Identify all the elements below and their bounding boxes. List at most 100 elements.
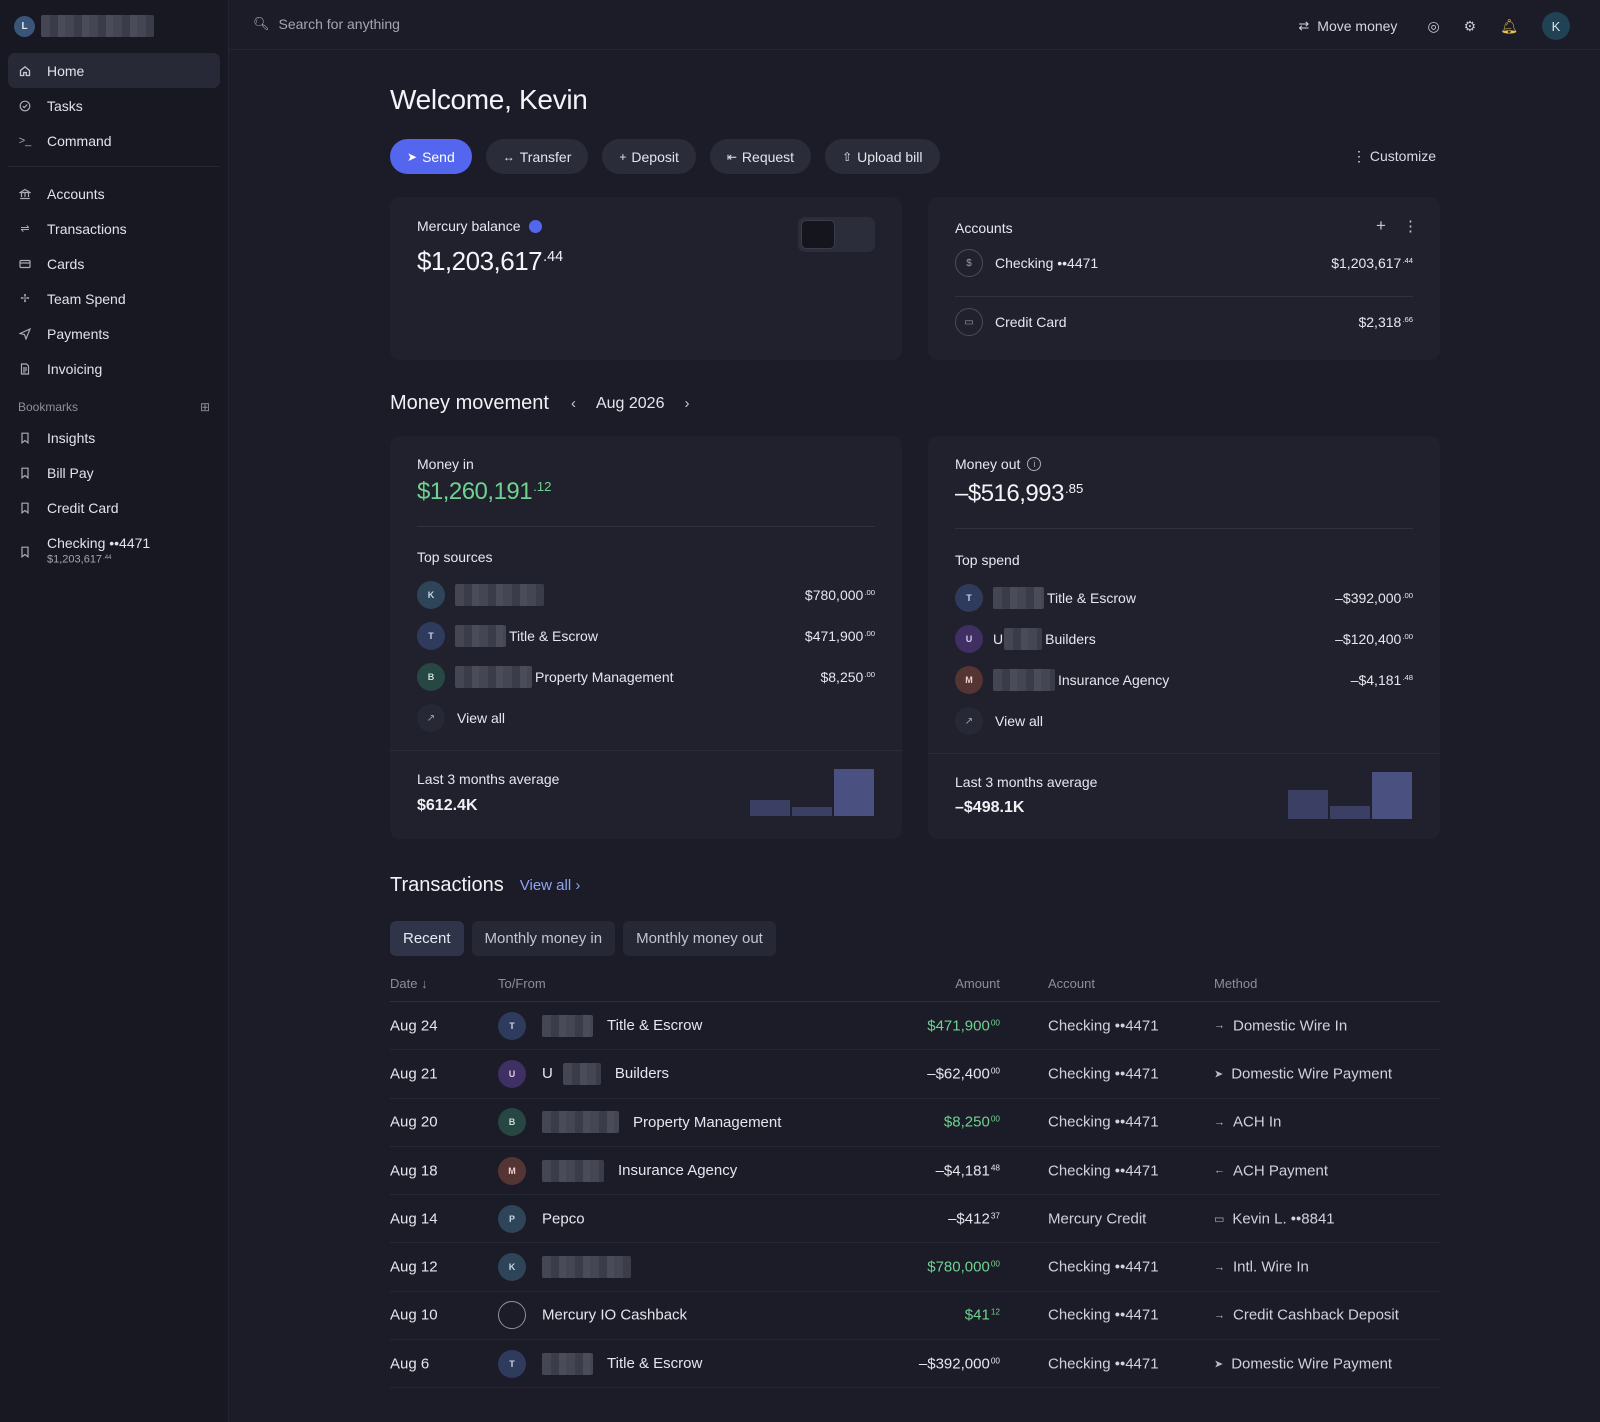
avatar: M <box>498 1156 526 1185</box>
spend-row[interactable]: U U Builders –$120,400.00 <box>955 624 1413 654</box>
sidebar-item-command[interactable]: >_ Command <box>8 123 220 158</box>
sidebar-item-transactions[interactable]: ⇌ Transactions <box>8 211 220 246</box>
method-icon: ➤ <box>1214 1068 1224 1081</box>
bell-icon[interactable]: 🔔︎ <box>1500 18 1518 35</box>
account-row-checking[interactable]: $ Checking ••4471 $1,203,617.44 <box>955 248 1413 278</box>
target-icon[interactable]: ◎ <box>1427 18 1439 35</box>
grid-icon[interactable]: ⊞ <box>200 400 210 414</box>
sidebar-item-label: Transactions <box>47 220 127 237</box>
section-title: Transactions <box>390 874 504 896</box>
sidebar-item-tasks[interactable]: Tasks <box>8 88 220 123</box>
sidebar-item-label: Tasks <box>47 97 83 114</box>
column-method: Method <box>1214 976 1258 991</box>
table-row[interactable]: Aug 20 B Property Management $8,25000 Checki… <box>390 1099 1440 1147</box>
bookmark-checking[interactable]: Checking ••4471 $1,203,617.44 <box>8 533 220 571</box>
money-out-card: Money out i –$516,993.85 Top spend T Titl… <box>928 436 1440 839</box>
bookmark-insights[interactable]: Insights <box>8 420 220 455</box>
more-icon[interactable]: ⋮ <box>1403 217 1418 235</box>
deposit-button[interactable]: + Deposit <box>602 139 696 174</box>
spend-row[interactable]: T Title & Escrow –$392,000.00 <box>955 583 1413 613</box>
source-row[interactable]: T Title & Escrow $471,900.00 <box>417 621 875 651</box>
tx-counterparty: U Builders <box>542 1062 669 1085</box>
table-row[interactable]: Aug 21 U U Builders –$62,40000 Checking ••447… <box>390 1050 1440 1099</box>
view-all-link[interactable]: View all › <box>520 877 581 894</box>
tx-amount: $8,25000 <box>943 1113 1000 1131</box>
money-out-label: Money out i <box>955 456 1042 472</box>
avg-bar <box>1372 772 1412 819</box>
request-button[interactable]: ⇤ Request <box>709 139 812 174</box>
sidebar-item-team-spend[interactable]: ✢ Team Spend <box>8 281 220 316</box>
chevron-right-icon: › <box>575 877 581 894</box>
search-bar[interactable]: 🔍︎ Search for anything <box>253 16 400 32</box>
method-icon: → <box>1214 1309 1225 1322</box>
arrows-icon: ⇌ <box>20 223 30 235</box>
sidebar-item-cards[interactable]: Cards <box>8 246 220 281</box>
table-row[interactable]: Aug 14 P Pepco –$41237 Mercury Credit ▭ Kevin … <box>390 1195 1440 1244</box>
move-money-button[interactable]: ⇄ Move money <box>1298 18 1397 34</box>
table-row[interactable]: Aug 18 M Insurance Agency –$4,18148 Checking… <box>390 1147 1440 1196</box>
tx-amount: –$392,00000 <box>918 1355 1000 1373</box>
transactions-table: Date ↓ To/From Amount Account Method Aug… <box>390 970 1440 1389</box>
dollar-icon: $ <box>955 249 983 277</box>
avg-bar-chart <box>1288 772 1414 819</box>
redacted-name <box>1004 628 1043 650</box>
view-all-spend[interactable]: ↗ View all <box>955 706 1413 736</box>
send-button[interactable]: ➤ Send <box>390 139 472 174</box>
info-icon[interactable]: i <box>1027 457 1042 471</box>
table-row[interactable]: Aug 6 T Title & Escrow –$392,00000 Checking … <box>390 1340 1440 1389</box>
tab-monthly-money-out[interactable]: Monthly money out <box>623 921 776 956</box>
add-account-icon[interactable]: + <box>1376 216 1386 236</box>
column-date[interactable]: Date ↓ <box>390 976 428 991</box>
balance-visibility-toggle[interactable] <box>798 217 875 252</box>
tx-counterparty: Property Management <box>542 1111 781 1134</box>
top-bar: 🔍︎ Search for anything ⇄ Move money ◎ ⚙ … <box>229 0 1600 50</box>
avg-bar <box>750 800 790 816</box>
avg-bar <box>1330 806 1370 819</box>
tx-account: Checking ••4471 <box>1048 1258 1159 1276</box>
account-row-credit-card[interactable]: ▭ Credit Card $2,318.66 <box>955 307 1413 337</box>
section-title: Money movement <box>390 392 549 414</box>
tx-date: Aug 21 <box>390 1065 438 1083</box>
sidebar-item-home[interactable]: Home <box>8 53 220 88</box>
bookmark-label: Bill Pay <box>47 464 94 481</box>
table-row[interactable]: Aug 24 T Title & Escrow $471,90000 Checking … <box>390 1002 1440 1051</box>
spend-row[interactable]: M Insurance Agency –$4,181.48 <box>955 665 1413 695</box>
send-arrow-icon: ➤ <box>407 149 418 164</box>
workspace-switcher[interactable]: L <box>14 15 154 37</box>
customize-button[interactable]: ⋮ Customize <box>1352 148 1436 165</box>
tx-amount: –$4,18148 <box>935 1162 1000 1180</box>
sidebar-item-label: Team Spend <box>47 290 126 307</box>
move-money-label: Move money <box>1317 18 1398 34</box>
chevron-right-icon[interactable]: › <box>684 395 689 412</box>
avatar: B <box>498 1108 526 1137</box>
sidebar-item-payments[interactable]: Payments <box>8 316 220 351</box>
bookmark-bill-pay[interactable]: Bill Pay <box>8 455 220 490</box>
sidebar-item-label: Home <box>47 62 85 79</box>
tab-monthly-money-in[interactable]: Monthly money in <box>471 921 616 956</box>
gear-icon[interactable]: ⚙ <box>1464 18 1477 35</box>
search-icon: 🔍︎ <box>253 16 270 31</box>
source-row[interactable]: B Property Management $8,250.00 <box>417 662 875 692</box>
tx-counterparty: Mercury IO Cashback <box>542 1306 688 1324</box>
source-row[interactable]: K $780,000.00 <box>417 580 875 610</box>
avatar: U <box>498 1059 526 1088</box>
chevron-left-icon[interactable]: ‹ <box>571 395 576 412</box>
check-circle-icon <box>18 99 32 113</box>
upload-bill-button[interactable]: ⇧ Upload bill <box>825 139 940 174</box>
tab-recent[interactable]: Recent <box>390 921 464 956</box>
spend-amount: –$392,000.00 <box>1335 590 1413 606</box>
sidebar-item-accounts[interactable]: Accounts <box>8 176 220 211</box>
avatar[interactable]: K <box>1542 12 1570 40</box>
table-row[interactable]: Aug 12 K $780,00000 Checking ••4471 → Intl. W… <box>390 1243 1440 1292</box>
divider <box>390 750 902 751</box>
avatar: T <box>498 1011 526 1040</box>
view-all-sources[interactable]: ↗ View all <box>417 703 875 733</box>
sidebar-item-invoicing[interactable]: Invoicing <box>8 351 220 386</box>
table-row[interactable]: Aug 10 Mercury IO Cashback $4112 Checking •… <box>390 1292 1440 1341</box>
transfer-button[interactable]: ↔ Transfer <box>485 139 589 174</box>
bookmark-credit-card[interactable]: Credit Card <box>8 490 220 525</box>
redacted-name <box>455 584 544 606</box>
search-input[interactable]: Search for anything <box>279 16 400 32</box>
bank-icon <box>18 187 32 201</box>
tx-date: Aug 18 <box>390 1162 438 1180</box>
